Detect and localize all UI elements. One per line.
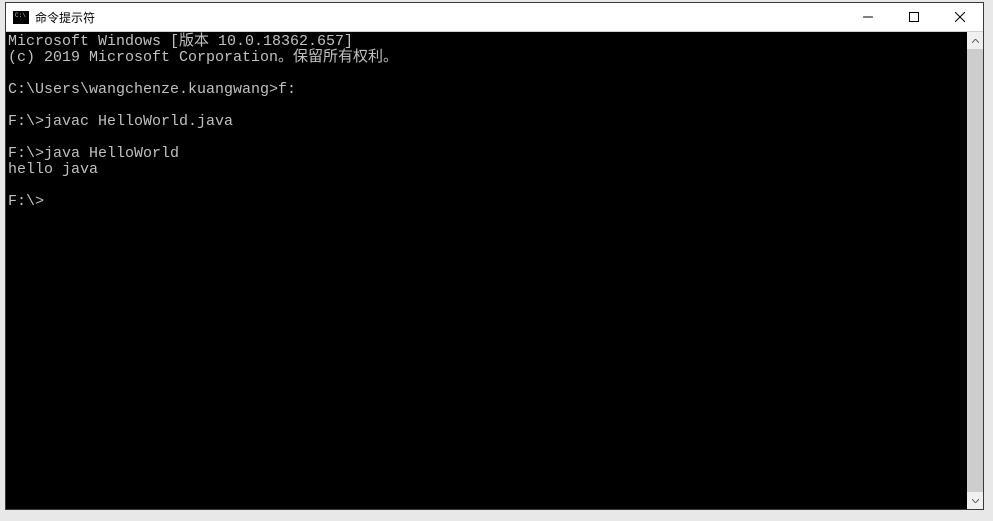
minimize-button[interactable]: [845, 3, 891, 31]
titlebar-left: C:\ 命令提示符: [6, 9, 845, 26]
terminal-line: [8, 178, 967, 194]
chevron-up-icon: [972, 39, 979, 43]
terminal-line: [8, 130, 967, 146]
app-icon-glyph: C:\: [14, 12, 26, 19]
window-title: 命令提示符: [35, 9, 95, 26]
minimize-icon: [863, 12, 873, 22]
titlebar[interactable]: C:\ 命令提示符: [6, 3, 983, 32]
titlebar-buttons: [845, 3, 983, 31]
scrollbar-up-arrow[interactable]: [967, 32, 983, 49]
maximize-button[interactable]: [891, 3, 937, 31]
terminal-line: hello java: [8, 162, 967, 178]
terminal-body: Microsoft Windows [版本 10.0.18362.657](c)…: [6, 32, 983, 509]
maximize-icon: [909, 12, 919, 22]
scrollbar-down-arrow[interactable]: [967, 492, 983, 509]
scrollbar-track[interactable]: [967, 49, 983, 492]
scrollbar-thumb[interactable]: [967, 49, 983, 492]
terminal-line: [8, 98, 967, 114]
terminal-line: F:\>javac HelloWorld.java: [8, 114, 967, 130]
terminal-line: [8, 66, 967, 82]
vertical-scrollbar[interactable]: [967, 32, 983, 509]
terminal-line: F:\>: [8, 194, 967, 210]
command-prompt-window: C:\ 命令提示符 Microsoft Wi: [5, 2, 984, 510]
terminal-line: C:\Users\wangchenze.kuangwang>f:: [8, 82, 967, 98]
close-button[interactable]: [937, 3, 983, 31]
terminal-line: F:\>java HelloWorld: [8, 146, 967, 162]
close-icon: [955, 12, 965, 22]
chevron-down-icon: [972, 499, 979, 503]
terminal-content[interactable]: Microsoft Windows [版本 10.0.18362.657](c)…: [6, 32, 967, 509]
command-prompt-icon: C:\: [13, 11, 29, 24]
terminal-line: Microsoft Windows [版本 10.0.18362.657]: [8, 34, 967, 50]
terminal-line: (c) 2019 Microsoft Corporation。保留所有权利。: [8, 50, 967, 66]
